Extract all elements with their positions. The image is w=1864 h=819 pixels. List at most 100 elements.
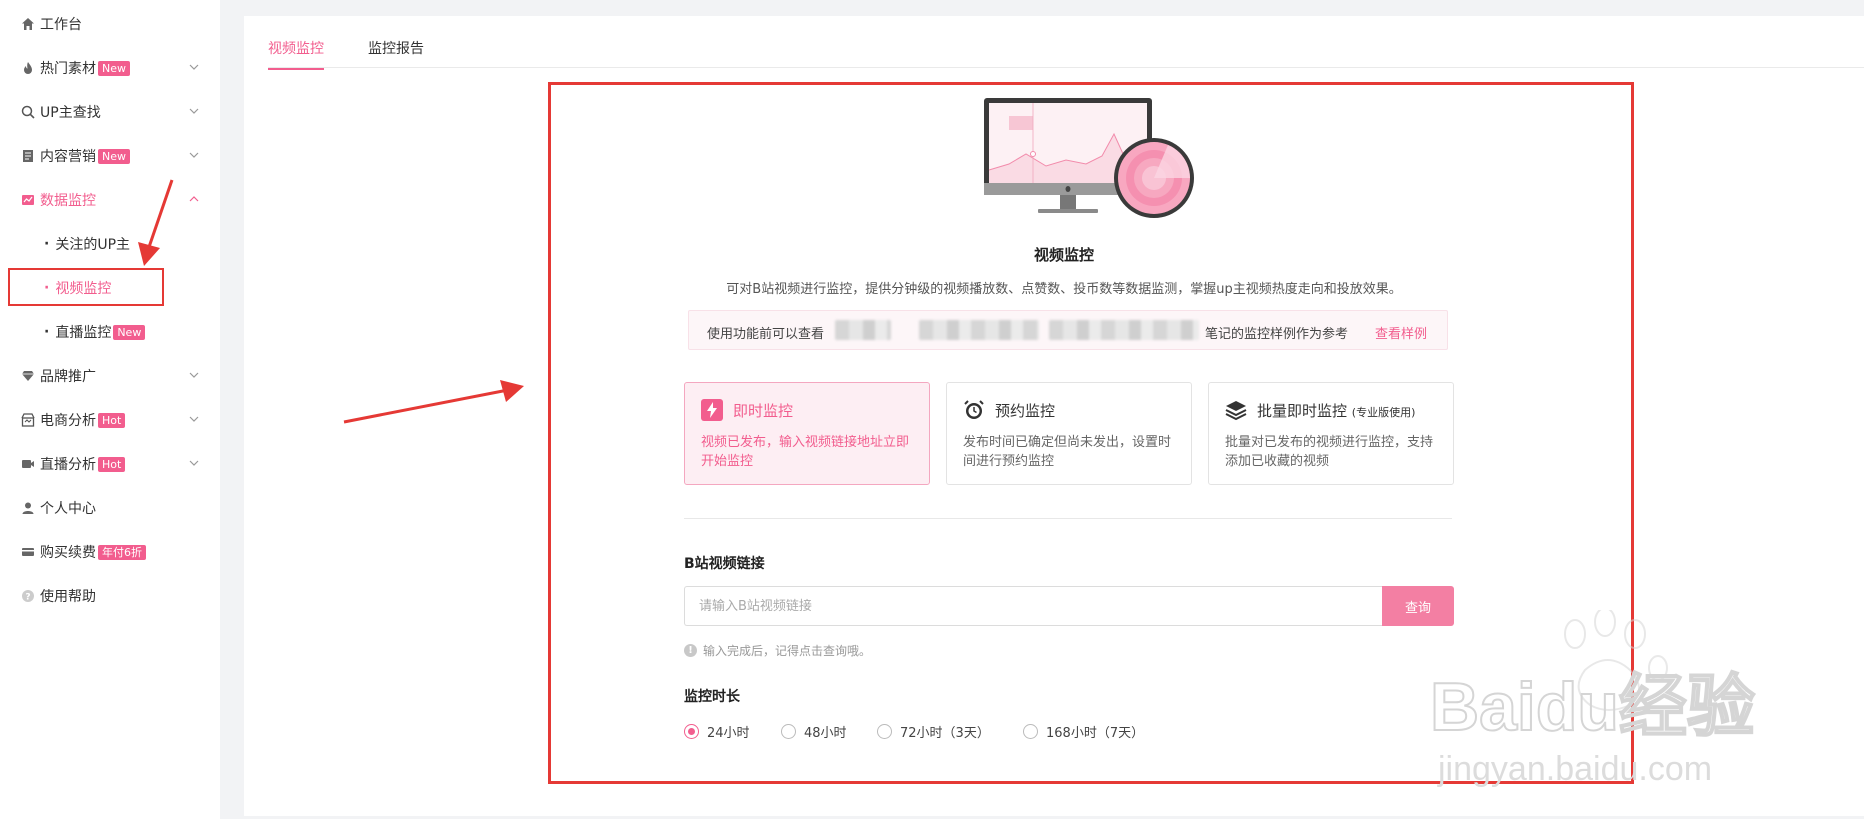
page-title: 视频监控 bbox=[1033, 246, 1094, 264]
alarm-clock-icon bbox=[964, 400, 984, 419]
sidebar-subitem-live-monitor[interactable]: · 直播监控 New bbox=[0, 314, 220, 350]
tab-video-monitor[interactable]: 视频监控 bbox=[268, 38, 324, 70]
page-description: 可对B站视频进行监控，提供分钟级的视频播放数、点赞数、投币数等数据监测，掌握up… bbox=[726, 282, 1402, 297]
sidebar-item-label: 电商分析 bbox=[40, 413, 96, 429]
tab-monitor-report[interactable]: 监控报告 bbox=[368, 38, 424, 68]
mode-description: 视频已发布，输入视频链接地址立即开始监控 bbox=[701, 435, 910, 469]
user-icon bbox=[20, 500, 36, 516]
sidebar-item-label: 内容营销 bbox=[40, 149, 96, 165]
info-icon: ! bbox=[684, 644, 697, 657]
new-badge: New bbox=[98, 148, 130, 164]
sidebar-item-label: 热门素材 bbox=[40, 61, 96, 77]
radio-label: 168小时（7天） bbox=[1046, 726, 1145, 741]
radio-circle bbox=[877, 724, 892, 739]
discount-badge: 年付6折 bbox=[98, 544, 146, 560]
mode-card-batch[interactable]: 批量即时监控 (专业版使用) 批量对已发布的视频进行监控，支持添加已收藏的视频 bbox=[1208, 382, 1454, 485]
annotation-highlight-box bbox=[8, 268, 164, 306]
sidebar-item-purchase[interactable]: 购买续费 年付6折 bbox=[0, 534, 220, 570]
monitor-radar-illustration bbox=[984, 98, 1194, 218]
layers-icon bbox=[1225, 401, 1247, 421]
sidebar-subitem-followed-up[interactable]: · 关注的UP主 bbox=[0, 226, 220, 262]
mode-description: 批量对已发布的视频进行监控，支持添加已收藏的视频 bbox=[1225, 435, 1434, 469]
duration-radio-48h[interactable]: 48小时 bbox=[781, 722, 847, 741]
view-sample-link[interactable]: 查看样例 bbox=[1375, 323, 1427, 342]
radio-circle bbox=[781, 724, 796, 739]
radio-circle bbox=[684, 724, 699, 739]
document-icon bbox=[20, 148, 36, 164]
sidebar-item-label: 数据监控 bbox=[40, 193, 96, 209]
tab-bar: 视频监控 监控报告 bbox=[268, 16, 1864, 70]
sidebar-item-help[interactable]: ? 使用帮助 bbox=[0, 578, 220, 614]
duration-radio-24h[interactable]: 24小时 bbox=[684, 722, 750, 741]
svg-text:?: ? bbox=[25, 593, 30, 603]
sidebar-item-data-monitor[interactable]: 数据监控 bbox=[0, 182, 220, 218]
chevron-down-icon bbox=[189, 152, 199, 158]
lightning-icon bbox=[701, 399, 723, 421]
blurred-content bbox=[919, 320, 1039, 340]
radio-label: 48小时 bbox=[804, 726, 847, 741]
sidebar-subitem-label: 直播监控 bbox=[55, 325, 112, 341]
diamond-icon bbox=[20, 368, 36, 384]
chevron-down-icon bbox=[189, 372, 199, 378]
sidebar-item-live-analysis[interactable]: 直播分析 Hot bbox=[0, 446, 220, 482]
input-hint: ! 输入完成后，记得点击查询哦。 bbox=[684, 642, 871, 659]
radio-circle bbox=[1023, 724, 1038, 739]
sidebar-item-label: 个人中心 bbox=[40, 501, 96, 517]
home-icon bbox=[20, 16, 36, 32]
hot-badge: Hot bbox=[98, 456, 126, 472]
mode-title: 批量即时监控 (专业版使用) bbox=[1257, 400, 1415, 421]
chevron-down-icon bbox=[189, 460, 199, 466]
fire-icon bbox=[20, 60, 36, 76]
sidebar-item-ecommerce-analysis[interactable]: 电商分析 Hot bbox=[0, 402, 220, 438]
sidebar-item-content-marketing[interactable]: 内容营销 New bbox=[0, 138, 220, 174]
shop-icon bbox=[20, 412, 36, 428]
duration-radio-72h[interactable]: 72小时（3天） bbox=[877, 722, 990, 741]
search-icon bbox=[20, 104, 36, 120]
line-chart-icon bbox=[20, 192, 36, 208]
tip-text-suffix: 笔记的监控样例作为参考 bbox=[1205, 327, 1349, 342]
sidebar: 工作台 热门素材 New UP主查找 内容营销 New 数据监控 · 关注的UP主… bbox=[0, 0, 220, 819]
tip-bar: 使用功能前可以查看 笔记的监控样例作为参考 查看样例 bbox=[688, 310, 1448, 350]
mode-title: 即时监控 bbox=[733, 402, 794, 420]
hot-badge: Hot bbox=[98, 412, 126, 428]
radio-label: 72小时（3天） bbox=[900, 726, 990, 741]
sidebar-item-label: 购买续费 bbox=[40, 545, 96, 561]
chevron-down-icon bbox=[189, 64, 199, 70]
radio-label: 24小时 bbox=[707, 726, 750, 741]
blurred-content bbox=[1049, 320, 1199, 340]
duration-radio-168h[interactable]: 168小时（7天） bbox=[1023, 722, 1144, 741]
sidebar-subitem-label: 关注的UP主 bbox=[55, 237, 131, 253]
help-icon: ? bbox=[20, 588, 36, 604]
mode-title-note: (专业版使用) bbox=[1351, 406, 1416, 419]
blurred-content bbox=[835, 320, 891, 340]
chevron-down-icon bbox=[189, 108, 199, 114]
chevron-up-icon bbox=[189, 196, 199, 202]
new-badge: New bbox=[98, 60, 130, 76]
divider bbox=[684, 518, 1452, 519]
tip-text: 使用功能前可以查看 bbox=[707, 327, 825, 342]
sidebar-item-label: 工作台 bbox=[40, 17, 82, 33]
sidebar-item-label: 品牌推广 bbox=[40, 369, 96, 385]
mode-card-instant[interactable]: 即时监控 视频已发布，输入视频链接地址立即开始监控 bbox=[684, 382, 930, 485]
sidebar-item-up-search[interactable]: UP主查找 bbox=[0, 94, 220, 130]
sidebar-item-personal-center[interactable]: 个人中心 bbox=[0, 490, 220, 526]
sidebar-item-label: 直播分析 bbox=[40, 457, 96, 473]
sidebar-item-workbench[interactable]: 工作台 bbox=[0, 6, 220, 42]
sidebar-item-hot-material[interactable]: 热门素材 New bbox=[0, 50, 220, 86]
mode-card-scheduled[interactable]: 预约监控 发布时间已确定但尚未发出，设置时间进行预约监控 bbox=[946, 382, 1192, 485]
card-icon bbox=[20, 544, 36, 560]
chevron-down-icon bbox=[189, 416, 199, 422]
sidebar-item-label: 使用帮助 bbox=[40, 589, 96, 605]
sidebar-item-brand-promotion[interactable]: 品牌推广 bbox=[0, 358, 220, 394]
hint-text: 输入完成后，记得点击查询哦。 bbox=[703, 644, 872, 658]
new-badge: New bbox=[113, 324, 146, 340]
mode-title: 预约监控 bbox=[995, 402, 1056, 420]
video-link-input[interactable] bbox=[684, 586, 1382, 626]
video-camera-icon bbox=[20, 456, 36, 472]
duration-label: 监控时长 bbox=[684, 689, 740, 705]
mode-title-text: 批量即时监控 bbox=[1257, 402, 1348, 420]
mode-description: 发布时间已确定但尚未发出，设置时间进行预约监控 bbox=[963, 435, 1172, 469]
sidebar-item-label: UP主查找 bbox=[40, 105, 101, 121]
link-field-label: B站视频链接 bbox=[684, 556, 765, 572]
query-button[interactable]: 查询 bbox=[1382, 586, 1454, 626]
